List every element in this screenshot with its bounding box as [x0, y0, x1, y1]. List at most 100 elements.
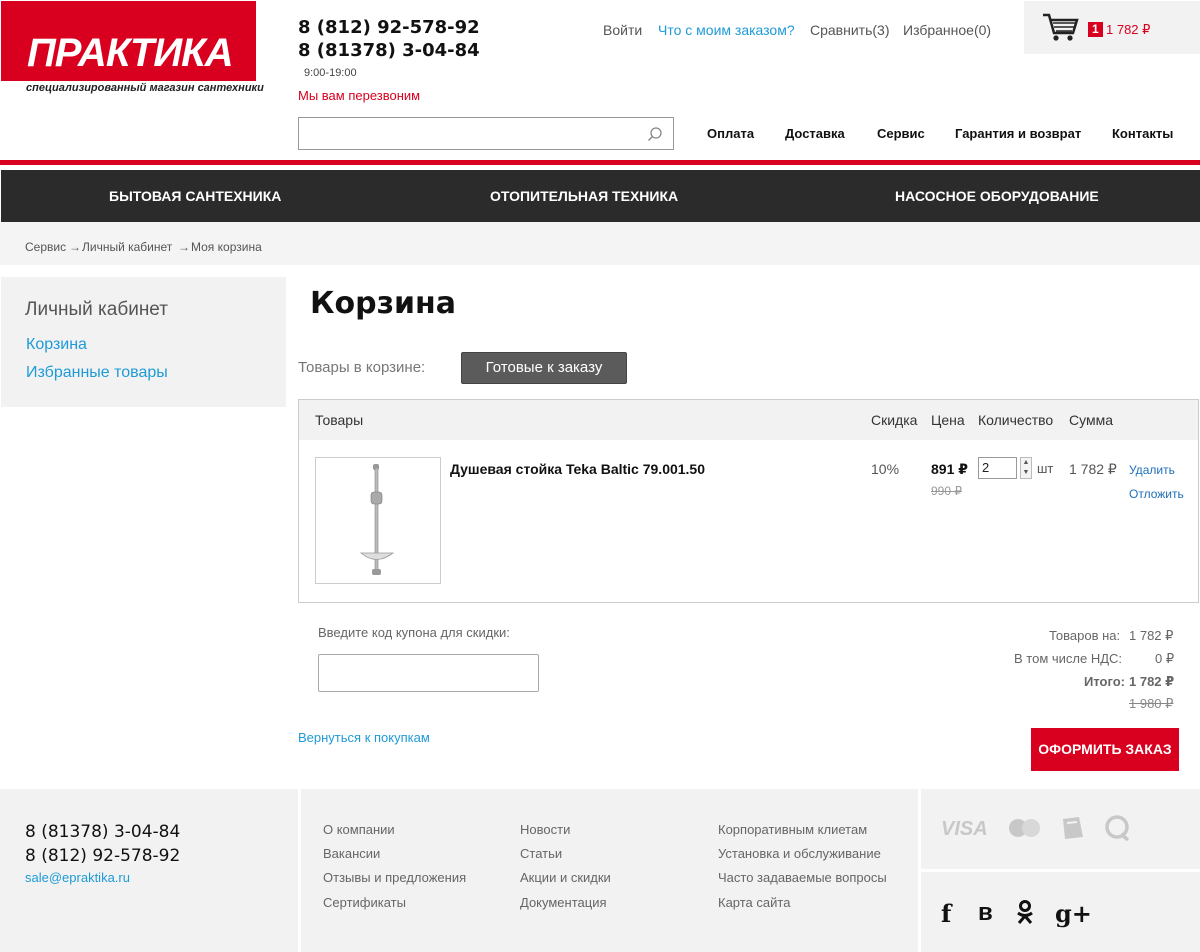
odnoklassniki-icon[interactable] [1015, 899, 1035, 931]
coupon-input[interactable] [318, 654, 539, 692]
header-phone-1[interactable]: 8 (812) 92-578-92 [298, 17, 480, 38]
footer-link-docs[interactable]: Документация [520, 895, 607, 910]
grand-total-value: 1 782 ₽ [1129, 674, 1175, 689]
footer-phone-1[interactable]: 8 (81378) 3-04-84 [25, 822, 180, 842]
login-link[interactable]: Войти [603, 22, 642, 38]
category-heating[interactable]: Отопительная техника [490, 188, 678, 204]
mastercard-icon [1009, 819, 1040, 837]
nav-warranty[interactable]: Гарантия и возврат [955, 126, 1081, 141]
visa-icon: VISA [941, 818, 988, 840]
site-header: ПРАКТИКА специализированный магазин сант… [0, 0, 1200, 165]
cart-icon [1043, 13, 1079, 41]
footer-link-installation[interactable]: Установка и обслуживание [718, 846, 881, 861]
table-header: Товары Скидка Цена Количество Сумма [299, 400, 1198, 440]
category-plumbing[interactable]: Бытовая сантехника [109, 188, 281, 204]
nav-service[interactable]: Сервис [877, 126, 925, 141]
item-discount: 10% [871, 461, 900, 477]
category-bar: Бытовая сантехника Отопительная техника … [1, 170, 1200, 222]
footer-link-reviews[interactable]: Отзывы и предложения [323, 870, 466, 885]
page-title: Корзина [310, 286, 457, 321]
vat-label: В том числе НДС: [1014, 651, 1123, 666]
favorites-link[interactable]: Избранное(0) [903, 22, 991, 38]
shower-rail-icon [359, 464, 395, 575]
footer-link-promotions[interactable]: Акции и скидки [520, 870, 611, 885]
callback-link[interactable]: Мы вам перезвоним [298, 88, 420, 103]
nav-delivery[interactable]: Доставка [785, 126, 845, 141]
footer-phone-2[interactable]: 8 (812) 92-578-92 [25, 846, 180, 866]
goods-total-label: Товаров на: [1049, 628, 1121, 643]
grand-total-old: 1 980 ₽ [1129, 696, 1174, 711]
account-sidebar: Личный кабинет Корзина Избранные товары [1, 277, 286, 407]
coupon-label: Введите код купона для скидки: [318, 625, 510, 640]
work-hours: 9:00-19:00 [304, 67, 357, 79]
footer-link-news[interactable]: Новости [520, 822, 570, 837]
search-icon[interactable] [647, 126, 663, 142]
product-name[interactable]: Душевая стойка Teka Baltic 79.001.50 [450, 461, 705, 477]
mini-cart[interactable]: 1 1 782 ₽ [1024, 1, 1200, 54]
postpone-item-link[interactable]: Отложить [1129, 487, 1184, 501]
quantity-unit: шт [1037, 461, 1054, 476]
breadcrumb-arrow-icon: → [69, 240, 81, 254]
breadcrumb-arrow-icon: → [178, 240, 190, 254]
footer-link-vacancies[interactable]: Вакансии [323, 846, 380, 861]
svg-text:VISA: VISA [941, 818, 988, 840]
footer-link-sitemap[interactable]: Карта сайта [718, 895, 790, 910]
footer-link-about[interactable]: О компании [323, 822, 395, 837]
chevron-down-icon[interactable]: ▼ [1021, 468, 1031, 478]
product-image[interactable] [315, 457, 441, 584]
breadcrumb-service[interactable]: Сервис [25, 240, 66, 254]
checkout-button[interactable]: ОФОРМИТЬ ЗАКАЗ [1031, 728, 1179, 771]
logo-text: ПРАКТИКА [27, 31, 234, 75]
quantity-stepper[interactable]: ▲ ▼ [1020, 457, 1032, 479]
column-goods: Товары [315, 412, 364, 428]
nav-payment[interactable]: Оплата [707, 126, 754, 141]
column-quantity: Количество [978, 412, 1054, 428]
footer-email[interactable]: sale@epraktika.ru [25, 870, 130, 885]
cart-count-badge: 1 [1088, 22, 1103, 37]
column-price: Цена [931, 412, 965, 428]
category-pumps[interactable]: Насосное оборудование [895, 188, 1099, 204]
tab-ready-to-order[interactable]: Готовые к заказу [461, 352, 627, 384]
grand-total-label: Итого: [1084, 674, 1125, 689]
sidebar-item-favorites[interactable]: Избранные товары [26, 364, 168, 382]
cart-table: Товары Скидка Цена Количество Сумма Душе… [298, 399, 1199, 603]
delete-item-link[interactable]: Удалить [1129, 463, 1175, 477]
logo[interactable]: ПРАКТИКА [1, 1, 256, 81]
webmoney-icon [1063, 817, 1083, 839]
back-to-shopping-link[interactable]: Вернуться к покупкам [298, 730, 430, 745]
goods-in-cart-label: Товары в корзине: [298, 359, 426, 376]
column-discount: Скидка [871, 412, 918, 428]
site-footer: 8 (81378) 3-04-84 8 (812) 92-578-92 sale… [0, 789, 1200, 952]
footer-link-certificates[interactable]: Сертификаты [323, 895, 406, 910]
vat-value: 0 ₽ [1155, 651, 1175, 666]
item-old-price: 990 ₽ [931, 484, 962, 498]
chevron-up-icon[interactable]: ▲ [1021, 458, 1031, 468]
item-price: 891 ₽ [931, 461, 968, 477]
footer-link-corporate[interactable]: Корпоративным клиетам [718, 822, 867, 837]
footer-link-faq[interactable]: Часто задаваемые вопросы [718, 870, 887, 885]
breadcrumb-current: Моя корзина [191, 240, 262, 254]
column-sum: Сумма [1069, 412, 1113, 428]
breadcrumb: Сервис → Личный кабинет → Моя корзина [0, 222, 1200, 265]
order-status-link[interactable]: Что с моим заказом? [658, 22, 795, 38]
logo-tagline: специализированный магазин сантехники [26, 82, 264, 94]
item-sum: 1 782 ₽ [1069, 461, 1117, 477]
facebook-icon[interactable]: f [941, 899, 951, 928]
compare-link[interactable]: Сравнить(3) [810, 22, 890, 38]
breadcrumb-account[interactable]: Личный кабинет [82, 240, 172, 254]
google-plus-icon[interactable]: g+ [1055, 899, 1092, 928]
header-phone-2[interactable]: 8 (81378) 3-04-84 [298, 40, 480, 61]
footer-divider [921, 869, 1200, 872]
cart-sum: 1 782 ₽ [1106, 22, 1151, 37]
nav-contacts[interactable]: Контакты [1112, 126, 1173, 141]
search-input[interactable] [298, 117, 674, 150]
sidebar-title: Личный кабинет [25, 299, 168, 320]
footer-link-articles[interactable]: Статьи [520, 846, 562, 861]
footer-divider [298, 789, 301, 952]
sidebar-item-cart[interactable]: Корзина [26, 336, 87, 354]
qiwi-icon [1105, 815, 1130, 842]
vkontakte-icon[interactable]: в [978, 899, 993, 927]
payment-methods: VISA [921, 789, 1200, 869]
goods-total-value: 1 782 ₽ [1129, 628, 1174, 643]
quantity-field[interactable]: 2 [978, 457, 1017, 479]
